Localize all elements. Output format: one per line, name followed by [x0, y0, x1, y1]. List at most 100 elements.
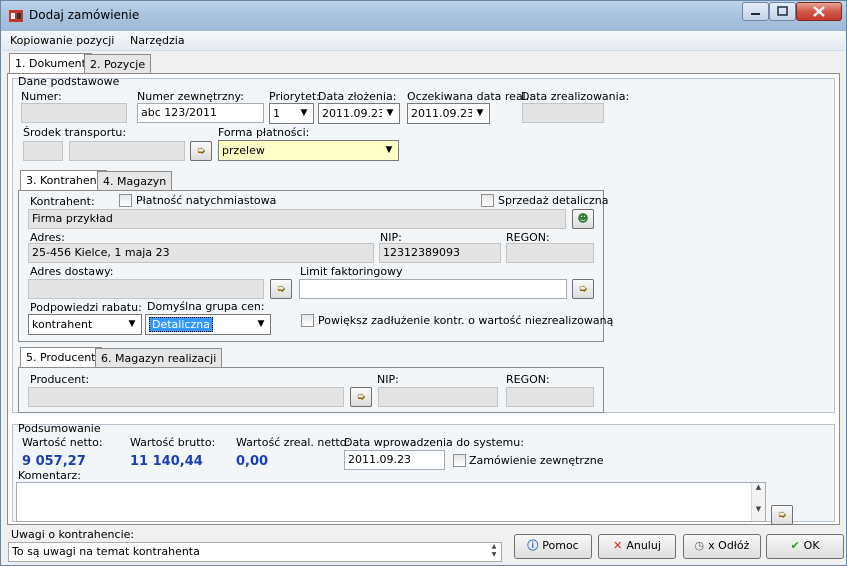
limit-faktoringowy-label: Limit faktoringowy	[300, 265, 403, 278]
menu-bar: Kopiowanie pozycji Narzędzia	[2, 31, 845, 51]
scroll-up-icon[interactable]: ▲	[752, 483, 765, 491]
picker-icon: ➭	[356, 390, 366, 403]
uwagi-field[interactable]: To są uwagi na temat kontrahenta	[8, 542, 502, 562]
tab-pozycje[interactable]: 2. Pozycje	[84, 54, 152, 74]
wartosc-netto-value: 9 057,27	[22, 454, 86, 469]
numer-field[interactable]	[21, 103, 127, 123]
data-zrealizowania-label: Data zrealizowania:	[521, 90, 630, 103]
wartosc-zreal-value: 0,00	[236, 454, 269, 469]
komentarz-label: Komentarz:	[18, 469, 81, 482]
menu-narzedzia[interactable]: Narzędzia	[130, 34, 185, 47]
pomoc-button[interactable]: ⓘ Pomoc	[514, 534, 592, 559]
transport-code-field[interactable]	[23, 141, 63, 161]
dokument-panel: Dane podstawowe Numer: Numer zewnętrzny:…	[7, 73, 840, 525]
minimize-button[interactable]	[742, 2, 769, 21]
forma-platnosci-select[interactable]: przelew ▼	[218, 140, 399, 161]
domyslna-grupa-cen-label: Domyślna grupa cen:	[147, 300, 265, 313]
podpowiedzi-rabatu-label: Podpowiedzi rabatu:	[30, 301, 142, 314]
domyslna-grupa-cen-value: Detaliczna	[149, 317, 213, 332]
minimize-icon	[751, 13, 760, 15]
pomoc-label: Pomoc	[542, 539, 579, 552]
wartosc-brutto-value: 11 140,44	[130, 454, 203, 469]
data-zrealizowania-field[interactable]	[522, 103, 604, 123]
chevron-down-icon: ▼	[472, 105, 488, 122]
tab-magazyn-realizacji[interactable]: 6. Magazyn realizacji	[95, 348, 223, 368]
numer-zewnetrzny-label: Numer zewnętrzny:	[137, 90, 244, 103]
user-icon: ☻	[577, 212, 589, 225]
adres-field[interactable]: 25-456 Kielce, 1 maja 23	[28, 243, 374, 263]
priorytet-label: Priorytet:	[269, 90, 320, 103]
uwagi-spinner[interactable]: ▲ ▼	[487, 543, 501, 561]
platnosc-natychmiastowa-label: Płatność natychmiastowa	[136, 194, 277, 207]
tab-kontrahent[interactable]: 3. Kontrahent	[20, 170, 107, 191]
dialog-window: Dodaj zamówienie Kopiowanie pozycji Narz…	[0, 0, 847, 566]
komentarz-picker-button[interactable]: ➭	[771, 505, 793, 525]
scroll-down-icon[interactable]: ▼	[752, 505, 765, 513]
transport-picker-button[interactable]: ➭	[190, 141, 212, 161]
powieksz-zadluzenie-label: Powiększ zadłużenie kontr. o wartość nie…	[318, 314, 614, 327]
window-title: Dodaj zamówienie	[29, 8, 140, 22]
forma-platnosci-label: Forma płatności:	[218, 126, 310, 139]
check-icon: ✔	[790, 539, 800, 552]
podpowiedzi-rabatu-select[interactable]: kontrahent ▼	[28, 314, 142, 335]
sprzedaz-detaliczna-checkbox[interactable]	[481, 194, 494, 207]
picker-icon: ➭	[578, 282, 588, 295]
clock-icon: ◷	[694, 539, 705, 552]
srodek-transportu-label: Środek transportu:	[23, 126, 127, 139]
numer-zewnetrzny-field[interactable]: abc 123/2011	[137, 103, 264, 123]
menu-kopiowanie[interactable]: Kopiowanie pozycji	[10, 34, 114, 47]
anuluj-button[interactable]: ✕ Anuluj	[598, 534, 676, 559]
oczekiwana-data-value: 2011.09.23	[411, 107, 474, 120]
producent-field[interactable]	[28, 387, 344, 407]
picker-icon: ➭	[196, 144, 206, 157]
transport-name-field[interactable]	[69, 141, 185, 161]
adres-dostawy-picker-button[interactable]: ➭	[270, 279, 292, 299]
title-bar[interactable]: Dodaj zamówienie	[1, 1, 846, 31]
data-wprowadzenia-field[interactable]: 2011.09.23	[344, 450, 445, 470]
tab-magazyn[interactable]: 4. Magazyn	[97, 171, 173, 191]
close-icon	[813, 6, 825, 17]
priorytet-value: 1	[273, 107, 280, 120]
wartosc-zreal-label: Wartość zreal. netto:	[236, 436, 351, 449]
nip-field[interactable]: 12312389093	[379, 243, 501, 263]
wartosc-brutto-label: Wartość brutto:	[130, 436, 216, 449]
producent-nip-field[interactable]	[378, 387, 498, 407]
cancel-icon: ✕	[613, 539, 623, 552]
komentarz-scrollbar[interactable]: ▲ ▼	[751, 483, 765, 521]
powieksz-zadluzenie-checkbox[interactable]	[301, 314, 314, 327]
tab-producent[interactable]: 5. Producent	[20, 347, 102, 368]
platnosc-natychmiastowa-checkbox[interactable]	[119, 194, 132, 207]
picker-icon: ➭	[276, 282, 286, 295]
maximize-button[interactable]	[769, 2, 796, 21]
komentarz-textarea[interactable]	[16, 482, 766, 522]
chevron-down-icon: ▼	[382, 105, 398, 122]
kontrahent-label: Kontrahent:	[30, 195, 95, 208]
domyslna-grupa-cen-select[interactable]: Detaliczna ▼	[145, 314, 271, 335]
priorytet-select[interactable]: 1 ▼	[269, 103, 314, 124]
producent-picker-button[interactable]: ➭	[350, 387, 372, 407]
podsumowanie-title: Podsumowanie	[18, 422, 101, 435]
regon-field[interactable]	[506, 243, 594, 263]
chevron-down-icon: ▼	[253, 316, 269, 333]
producent-label: Producent:	[30, 373, 90, 386]
odloz-label: x Odłóż	[708, 539, 750, 552]
help-icon: ⓘ	[527, 539, 539, 552]
data-zlozenia-picker[interactable]: 2011.09.23 ▼	[318, 103, 400, 124]
adres-dostawy-field[interactable]	[28, 279, 264, 299]
kontrahent-name-field[interactable]: Firma przykład	[28, 209, 566, 229]
sprzedaz-detaliczna-label: Sprzedaż detaliczna	[498, 194, 609, 207]
producent-regon-field[interactable]	[506, 387, 594, 407]
oczekiwana-data-picker[interactable]: 2011.09.23 ▼	[407, 103, 490, 124]
tab-dokument[interactable]: 1. Dokument	[9, 53, 92, 74]
producent-nip-label: NIP:	[377, 373, 399, 386]
kontrahent-picker-button[interactable]: ☻	[572, 209, 594, 229]
limit-faktoringowy-field[interactable]	[299, 279, 567, 299]
zamowienie-zewnetrzne-checkbox[interactable]	[453, 454, 466, 467]
maximize-icon	[777, 6, 788, 16]
adres-dostawy-label: Adres dostawy:	[30, 265, 114, 278]
ok-button[interactable]: ✔ OK	[766, 534, 844, 559]
close-button[interactable]	[796, 2, 842, 21]
app-icon	[9, 10, 23, 22]
limit-picker-button[interactable]: ➭	[572, 279, 594, 299]
odloz-button[interactable]: ◷ x Odłóż	[683, 534, 761, 559]
